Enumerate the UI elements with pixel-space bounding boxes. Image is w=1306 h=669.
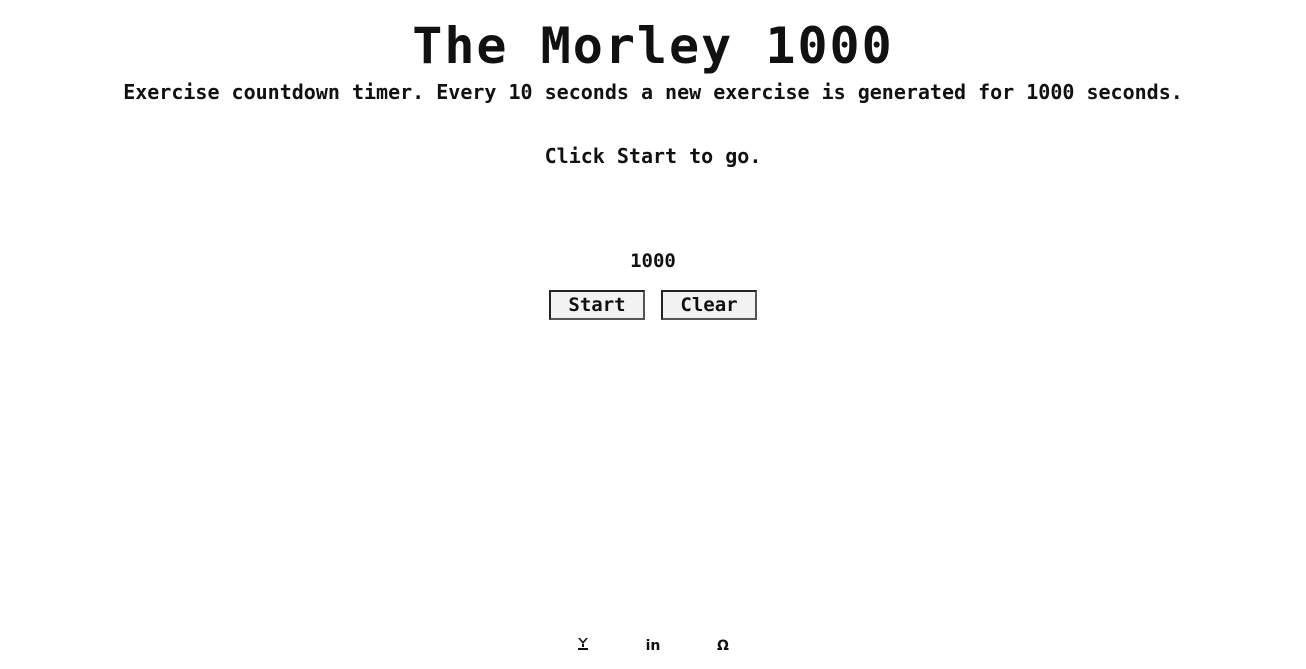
github-icon-glyph: Ω [717,638,729,654]
clear-button[interactable]: Clear [661,290,757,320]
social-links: in Ω [0,636,1306,656]
page-title: The Morley 1000 [412,17,894,75]
start-button[interactable]: Start [549,290,645,320]
timer-controls: Start Clear [0,290,1306,320]
twitter-icon[interactable] [573,636,593,656]
linkedin-icon-glyph: in [645,638,661,654]
github-icon[interactable]: Ω [713,636,733,656]
twitter-icon-glyph [578,638,588,650]
linkedin-icon[interactable]: in [643,636,663,656]
countdown-display: 1000 [630,250,676,272]
start-instruction: Click Start to go. [544,144,762,168]
page-description: Exercise countdown timer. Every 10 secon… [123,80,1183,104]
